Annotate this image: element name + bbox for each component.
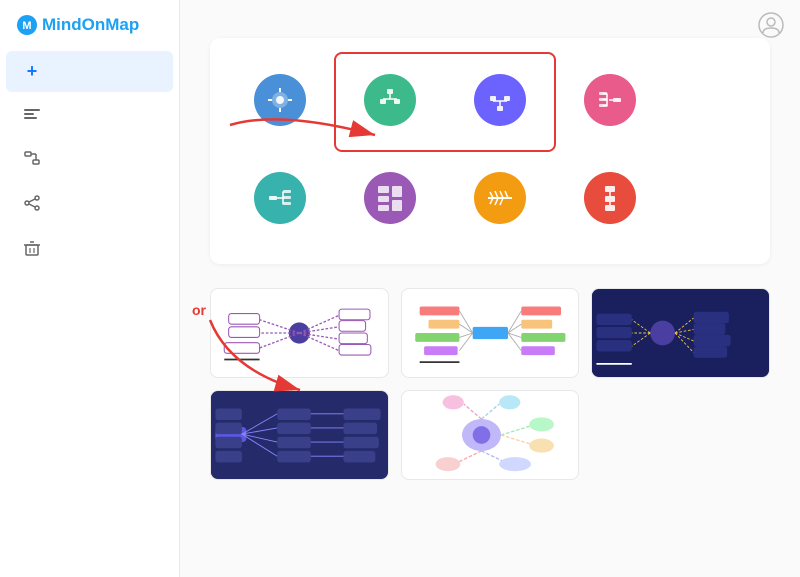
sidebar: M MindOnMap + — [0, 0, 180, 577]
template-flowchart[interactable] — [560, 156, 660, 244]
template-orgchartdown[interactable] — [340, 58, 440, 146]
treemap-icon — [364, 172, 416, 224]
theme-card-1[interactable] — [210, 288, 389, 378]
template-mindmap[interactable] — [230, 58, 330, 146]
flowchart-nav-icon — [22, 149, 42, 172]
template-leftmap[interactable] — [560, 58, 660, 146]
user-icon[interactable] — [758, 12, 784, 44]
sidebar-item-mymindmap[interactable] — [6, 94, 173, 137]
template-rightmap[interactable] — [230, 156, 330, 244]
theme-card-5[interactable] — [401, 390, 580, 480]
trash-nav-icon — [22, 239, 42, 262]
sidebar-item-new[interactable]: + — [6, 51, 173, 92]
sidebar-item-myshare[interactable] — [6, 184, 173, 227]
highlighted-templates — [340, 58, 550, 146]
rightmap-icon — [254, 172, 306, 224]
new-icon: + — [22, 61, 42, 82]
logo: M MindOnMap — [0, 0, 179, 46]
template-treemap[interactable] — [340, 156, 440, 244]
themes-grid — [210, 288, 770, 480]
templates-section — [210, 38, 770, 264]
share-nav-icon — [22, 194, 42, 217]
fishbone-icon — [474, 172, 526, 224]
template-fishbone[interactable] — [450, 156, 550, 244]
sidebar-item-trash[interactable] — [6, 229, 173, 272]
sidebar-nav: + — [0, 50, 179, 273]
theme-card-2[interactable] — [401, 288, 580, 378]
leftmap-icon — [584, 74, 636, 126]
flowchart-icon — [584, 172, 636, 224]
logo-text: MindOnMap — [42, 15, 139, 35]
template-orgchartup[interactable] — [450, 58, 550, 146]
templates-grid — [230, 58, 750, 244]
theme-card-3[interactable] — [591, 288, 770, 378]
svg-text:M: M — [22, 20, 31, 32]
orgchartup-icon — [474, 74, 526, 126]
theme-card-4[interactable] — [210, 390, 389, 480]
mindmap-icon — [254, 74, 306, 126]
orgchartdown-icon — [364, 74, 416, 126]
main-content: or — [180, 0, 800, 577]
logo-icon: M — [16, 14, 38, 36]
sidebar-item-myflowchart[interactable] — [6, 139, 173, 182]
recommended-section — [210, 288, 770, 480]
svg-text:or: or — [192, 302, 207, 318]
mindmap-nav-icon — [22, 104, 42, 127]
